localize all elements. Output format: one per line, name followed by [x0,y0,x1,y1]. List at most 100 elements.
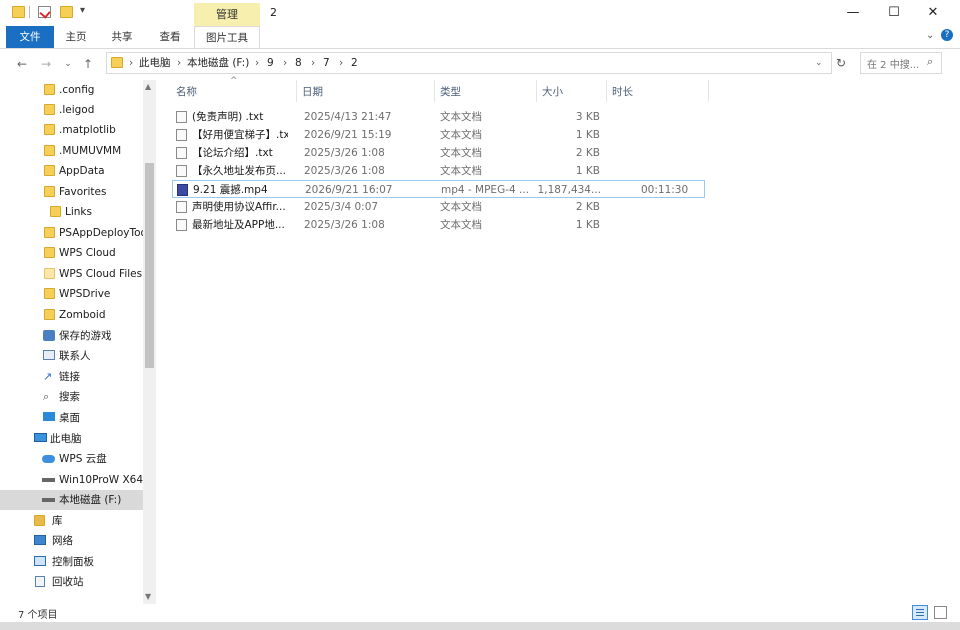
file-row[interactable]: 【好用便宜梯子】.txt 2026/9/21 15:19 文本文档 1 KB [172,126,705,144]
library-icon [34,515,45,526]
window-title: 2 [270,6,277,19]
back-icon[interactable]: ← [14,56,30,72]
sidebar-item[interactable]: 此电脑 [0,429,143,449]
properties-icon[interactable] [38,6,51,19]
details-view-icon[interactable] [912,605,928,620]
breadcrumb-this-pc[interactable]: 此电脑 [139,53,171,73]
up-icon[interactable]: ↑ [80,56,96,72]
sidebar-item[interactable]: PSAppDeployToo [0,223,143,243]
column-divider[interactable] [296,80,297,102]
column-header-date[interactable]: 日期 [302,82,323,102]
video-file-icon [177,184,188,196]
column-divider[interactable] [708,80,709,102]
search-icon: ⌕ [43,390,50,403]
scroll-up-icon[interactable]: ▲ [145,82,151,91]
sidebar-item[interactable]: .config [0,80,143,100]
breadcrumb-9[interactable]: 9 [267,53,274,73]
chevron-right-icon: › [129,57,134,69]
maximize-button[interactable]: ☐ [879,4,909,22]
column-header-length[interactable]: 时长 [612,82,633,102]
sidebar-item[interactable]: 控制面板 [0,552,143,572]
recycle-bin-icon [35,576,45,587]
expand-ribbon-icon[interactable]: ⌄ [926,30,934,41]
status-bar: 7 个项目 [0,604,960,622]
sidebar-item[interactable]: WPSDrive [0,284,143,304]
sidebar-item[interactable]: 网络 [0,531,143,551]
sidebar-item[interactable]: .MUMUVMM [0,141,143,161]
column-header-name[interactable]: 名称 [176,82,197,102]
text-file-icon [176,147,187,159]
recent-locations-icon[interactable]: ⌄ [60,56,76,72]
help-icon[interactable]: ? [941,29,953,41]
sidebar-item[interactable]: ↗ 链接 [0,367,143,387]
folder-icon [44,84,55,95]
file-row-selected[interactable]: 9.21 震撼.mp4 2026/9/21 16:07 mp4 - MPEG-4… [172,180,705,198]
file-row[interactable]: 最新地址及APP地... 2025/3/26 1:08 文本文档 1 KB [172,216,705,234]
search-input[interactable]: 在 2 中搜... [867,56,919,71]
close-button[interactable]: ✕ [918,4,948,22]
column-header-size[interactable]: 大小 [542,82,563,102]
text-file-icon [176,129,187,141]
chevron-right-icon: › [177,57,182,69]
text-file-icon [176,165,187,177]
address-bar[interactable]: › 此电脑 › 本地磁盘 (F:) › 9 › 8 › 7 › 2 ⌄ [106,52,832,74]
link-icon: ↗ [43,370,53,383]
column-header-type[interactable]: 类型 [440,82,461,102]
tab-picture-tools[interactable]: 图片工具 [194,26,260,48]
games-icon [43,330,55,341]
sidebar-item[interactable]: AppData [0,161,143,181]
sidebar-item[interactable]: 联系人 [0,346,143,366]
breadcrumb-2[interactable]: 2 [351,53,358,73]
search-box[interactable]: 在 2 中搜... ⌕ [860,52,942,74]
folder-icon [12,6,25,18]
folder-icon [44,104,55,115]
column-divider[interactable] [536,80,537,102]
folder-icon [44,227,55,238]
sidebar-item[interactable]: ⌕ 搜索 [0,387,143,407]
forward-icon[interactable]: → [38,56,54,72]
file-row[interactable]: (免责声明) .txt 2025/4/13 21:47 文本文档 3 KB [172,108,705,126]
sidebar-item[interactable]: Links [0,202,143,222]
refresh-icon[interactable]: ↻ [836,56,846,70]
sidebar-item[interactable]: 库 [0,511,143,531]
address-dropdown-icon[interactable]: ⌄ [815,53,823,73]
sidebar-item[interactable]: 回收站 [0,572,143,592]
tab-share[interactable]: 共享 [100,26,144,48]
breadcrumb-drive[interactable]: 本地磁盘 (F:) [187,53,249,73]
sidebar-item[interactable]: WPS Cloud [0,243,143,263]
breadcrumb-8[interactable]: 8 [295,53,302,73]
navigation-pane: .config .leigod .matplotlib .MUMUVMM App… [0,80,156,604]
sidebar-item[interactable]: WPS 云盘 [0,449,143,469]
tab-file[interactable]: 文件 [6,26,54,48]
sidebar-item[interactable]: Win10ProW X64 [0,470,143,490]
sidebar-item[interactable]: 保存的游戏 [0,326,143,346]
search-icon[interactable]: ⌕ [927,55,933,69]
sidebar-item[interactable]: Zomboid [0,305,143,325]
column-divider[interactable] [434,80,435,102]
file-row[interactable]: 声明使用协议Affir... 2025/3/4 0:07 文本文档 2 KB [172,198,705,216]
file-row[interactable]: 【永久地址发布页... 2025/3/26 1:08 文本文档 1 KB [172,162,705,180]
large-icons-view-icon[interactable] [934,606,947,619]
scroll-down-icon[interactable]: ▼ [145,592,151,601]
breadcrumb-7[interactable]: 7 [323,53,330,73]
sidebar-item[interactable]: 桌面 [0,408,143,428]
chevron-right-icon: › [311,57,316,69]
sidebar-item-selected[interactable]: 本地磁盘 (F:) [0,490,143,510]
tab-view[interactable]: 查看 [148,26,192,48]
sidebar-item[interactable]: .matplotlib [0,120,143,140]
cloud-icon [42,455,55,463]
tab-home[interactable]: 主页 [56,26,96,48]
quick-access-dropdown-icon[interactable]: ▾ [80,5,85,16]
minimize-button[interactable]: — [838,4,868,22]
drive-icon [42,478,55,482]
column-divider[interactable] [606,80,607,102]
sidebar-item[interactable]: Favorites [0,182,143,202]
tab-manage[interactable]: 管理 [194,3,260,26]
sidebar-item[interactable]: .leigod [0,100,143,120]
file-row[interactable]: 【论坛介绍】.txt 2025/3/26 1:08 文本文档 2 KB [172,144,705,162]
chevron-right-icon: › [255,57,260,69]
folder-icon [111,57,123,68]
sidebar-item[interactable]: WPS Cloud Files [0,264,143,284]
new-folder-icon[interactable] [60,6,73,18]
sidebar-scroll-thumb[interactable] [145,163,154,368]
